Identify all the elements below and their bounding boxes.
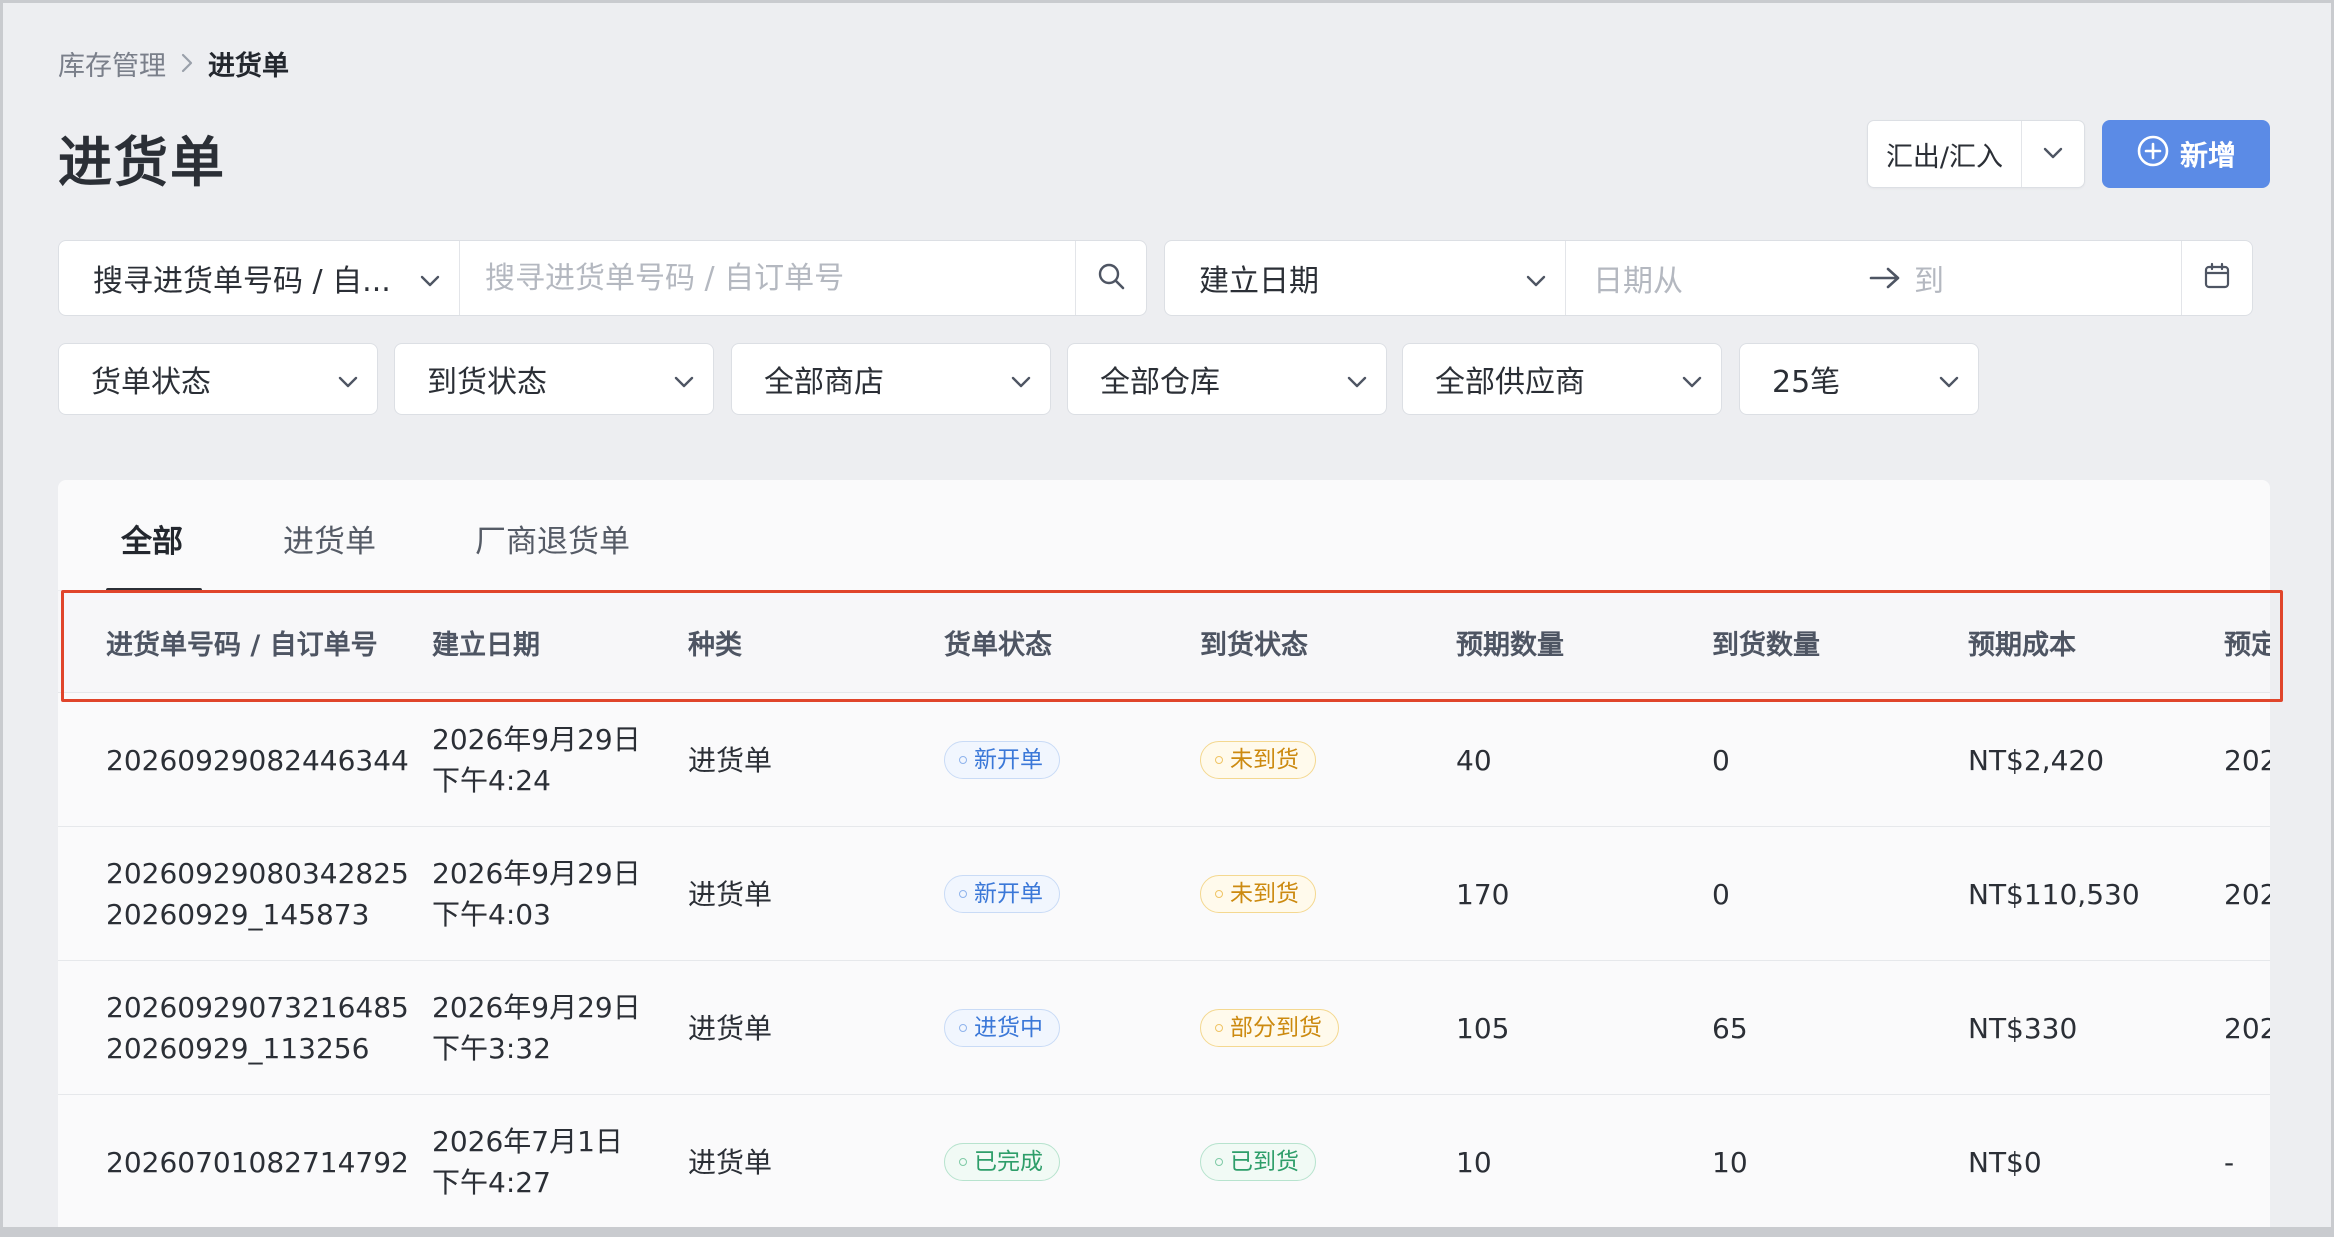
order-number[interactable]: 20260929080342825 [106,853,409,894]
chevron-down-icon [1010,362,1032,397]
expected-qty: 40 [1456,743,1492,777]
breadcrumb: 库存管理 进货单 [58,44,289,83]
table-row[interactable]: 20260929082446344 2026年9月29日 下午4:24 进货单 新… [58,692,2270,826]
custom-order-number: 20260929_113256 [106,1032,370,1065]
add-button-label: 新增 [2179,139,2236,172]
order-kind: 进货单 [688,743,773,777]
export-import-button[interactable]: 汇出/汇入 [1868,121,2022,187]
chevron-down-icon [419,261,441,296]
scheduled-date: - [2224,1145,2235,1179]
calendar-icon [2203,262,2231,294]
created-date: 2026年9月29日 [432,991,641,1024]
order-number[interactable]: 20260701082714792 [106,1142,409,1183]
filter-warehouses[interactable]: 全部仓库 [1067,343,1387,415]
filter-stores[interactable]: 全部商店 [731,343,1051,415]
page-title: 进货单 [58,131,226,194]
filter-label: 货单状态 [91,365,211,400]
header-highlight-box [61,590,2283,702]
chevron-down-icon [2042,145,2064,164]
created-time: 下午3:32 [432,1032,551,1065]
filter-label: 全部商店 [764,365,884,400]
created-date: 2026年7月1日 [432,1125,623,1158]
search-icon [1096,261,1126,295]
chevron-down-icon [1938,362,1960,397]
add-button[interactable]: 新增 [2102,120,2270,188]
filter-label: 到货状态 [427,365,547,400]
order-status-badge: 进货中 [944,1009,1060,1047]
arrival-status-badge: 部分到货 [1200,1009,1339,1047]
expected-qty: 170 [1456,877,1510,911]
tab-vendor-returns[interactable]: 厂商退货单 [475,516,630,561]
expected-qty: 105 [1456,1011,1510,1045]
received-qty: 65 [1712,1011,1748,1045]
chevron-right-icon [166,52,208,74]
arrival-status-badge: 未到货 [1200,875,1316,913]
order-status-badge: 新开单 [944,875,1060,913]
filter-arrival-status[interactable]: 到货状态 [394,343,714,415]
expected-cost: NT$330 [1968,1011,2078,1045]
arrival-status-badge: 未到货 [1200,741,1316,779]
search-group: 搜寻进货单号码 / 自... [58,240,1147,316]
custom-order-number: 20260929_145873 [106,898,370,931]
expected-cost: NT$110,530 [1968,877,2140,911]
chevron-down-icon [673,362,695,397]
created-date: 2026年9月29日 [432,723,641,756]
plus-circle-icon [2136,134,2170,175]
expected-qty: 10 [1456,1145,1492,1179]
export-import-dropdown-toggle[interactable] [2022,121,2084,187]
filter-label: 全部仓库 [1100,365,1220,400]
date-to-placeholder: 到 [1914,264,1944,299]
chevron-down-icon [1525,261,1547,296]
table-row[interactable]: 20260929073216485 20260929_113256 2026年9月… [58,960,2270,1094]
bottom-border [0,1227,2334,1237]
order-status-badge: 已完成 [944,1143,1060,1181]
arrow-right-icon [1868,265,1912,291]
breadcrumb-current: 进货单 [208,50,289,82]
order-kind: 进货单 [688,877,773,911]
date-type-select[interactable]: 建立日期 [1165,241,1566,315]
arrival-status-badge: 已到货 [1200,1143,1316,1181]
tab-bar: 全部 进货单 厂商退货单 [58,480,2270,592]
scheduled-date: 202 [2224,743,2270,777]
date-filter-group: 建立日期 日期从 到 [1164,240,2253,316]
order-kind: 进货单 [688,1145,773,1179]
tab-purchase-orders[interactable]: 进货单 [283,516,376,561]
search-type-select[interactable]: 搜寻进货单号码 / 自... [59,241,460,315]
chevron-down-icon [1681,362,1703,397]
order-number[interactable]: 20260929073216485 [106,987,409,1028]
search-input[interactable] [460,241,1076,315]
expected-cost: NT$2,420 [1968,743,2105,777]
created-time: 下午4:27 [432,1166,551,1199]
chevron-down-icon [337,362,359,397]
expected-cost: NT$0 [1968,1145,2042,1179]
filter-order-status[interactable]: 货单状态 [58,343,378,415]
date-range-input[interactable]: 日期从 到 [1566,241,2182,315]
order-number[interactable]: 20260929082446344 [106,740,409,781]
order-kind: 进货单 [688,1011,773,1045]
received-qty: 0 [1712,877,1730,911]
table-row[interactable]: 20260701082714792 2026年7月1日 下午4:27 进货单 已完… [58,1094,2270,1228]
order-status-badge: 新开单 [944,741,1060,779]
received-qty: 0 [1712,743,1730,777]
tab-all[interactable]: 全部 [121,516,183,561]
search-button[interactable] [1076,241,1146,315]
filter-page-size[interactable]: 25笔 [1739,343,1979,415]
filter-label: 25笔 [1772,365,1841,400]
chevron-down-icon [1346,362,1368,397]
filter-label: 全部供应商 [1435,365,1585,400]
table-row[interactable]: 20260929080342825 20260929_145873 2026年9月… [58,826,2270,960]
breadcrumb-parent-link[interactable]: 库存管理 [58,44,166,83]
scheduled-date: 202 [2224,1011,2270,1045]
scheduled-date: 202 [2224,877,2270,911]
date-from-placeholder: 日期从 [1593,264,1683,299]
search-type-label: 搜寻进货单号码 / 自... [93,264,391,299]
created-time: 下午4:03 [432,898,551,931]
received-qty: 10 [1712,1145,1748,1179]
created-date: 2026年9月29日 [432,857,641,890]
date-type-label: 建立日期 [1199,264,1319,299]
export-import-split-button: 汇出/汇入 [1867,120,2085,188]
filter-suppliers[interactable]: 全部供应商 [1402,343,1722,415]
created-time: 下午4:24 [432,764,551,797]
calendar-button[interactable] [2182,241,2252,315]
